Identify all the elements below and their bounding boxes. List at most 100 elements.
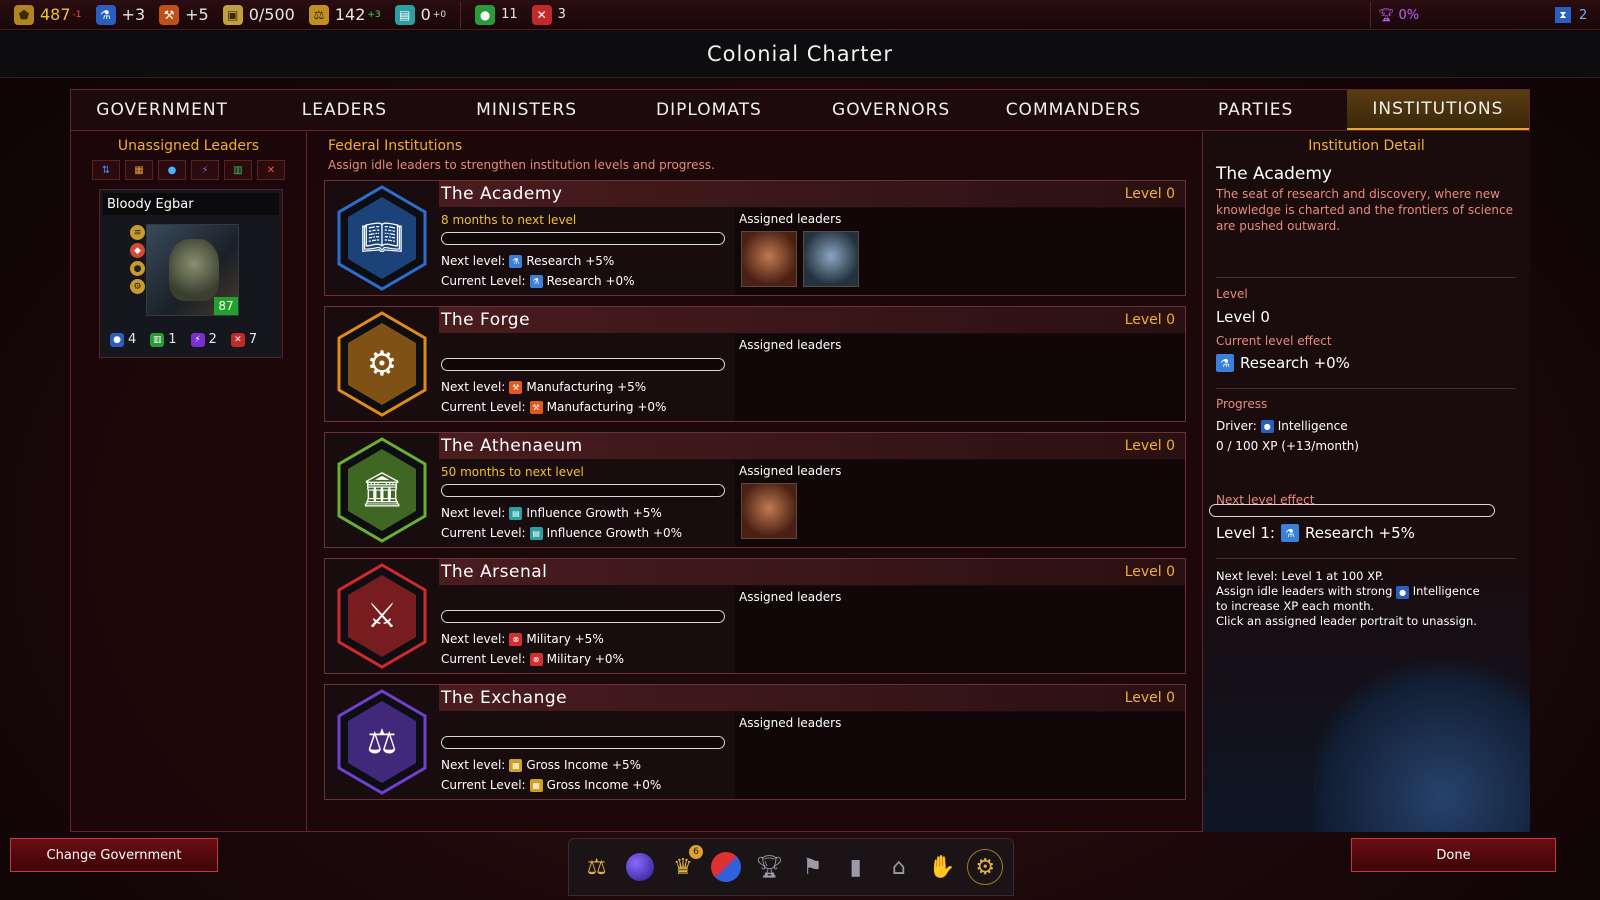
current-prefix: Current Level: [441, 274, 526, 288]
divider [1216, 558, 1516, 559]
victory-progress[interactable]: 🏆︎ 0% [1378, 0, 1419, 30]
influence-icon: ▤ [529, 526, 543, 540]
detail-title: The Academy [1216, 164, 1332, 184]
current-prefix: Current Level: [441, 778, 526, 792]
tab-ministers[interactable]: MINISTERS [436, 90, 618, 130]
resource-population[interactable]: ▤ 0 +0 [394, 4, 447, 25]
population-delta: +0 [432, 9, 447, 20]
resource-food[interactable]: ● 11 [475, 4, 518, 25]
building-icon: ▤ [394, 4, 415, 25]
flask-icon: ⚗ [509, 254, 523, 268]
assigned-leaders-box: Assigned leaders [735, 334, 1185, 421]
leader-portrait[interactable]: 87 [146, 224, 239, 316]
next-effect: Manufacturing +5% [526, 380, 647, 394]
income-icon: ▦ [529, 778, 543, 792]
trophy-dock-icon[interactable]: 🏆︎ [751, 849, 787, 885]
apple-icon: ● [475, 4, 496, 25]
temple-dock-icon[interactable]: ⌂ [881, 849, 917, 885]
scales-dock-icon[interactable]: ⚖ [579, 849, 615, 885]
institution-row[interactable]: ⚙ The Forge Level 0 Next level: ⚒ Manufa… [324, 306, 1186, 422]
institution-header: The Forge Level 0 [439, 307, 1185, 333]
planet-dock-icon[interactable] [622, 849, 658, 885]
institution-row[interactable]: 📖︎ The Academy Level 0 8 months to next … [324, 180, 1186, 296]
trend-chart-dock-icon[interactable] [708, 849, 744, 885]
divider [1216, 277, 1516, 278]
institution-level: Level 0 [1124, 690, 1175, 706]
leader-portrait-red-warrior[interactable] [741, 231, 797, 287]
detail-note-1: Next level: Level 1 at 100 XP. [1216, 569, 1384, 583]
note2-pre: Assign idle leaders with strong [1216, 584, 1393, 598]
leader-level-badge: 87 [214, 297, 238, 315]
detail-next-effect: Level 1: ⚗ Research +5% [1216, 524, 1415, 542]
handshake-dock-icon[interactable]: ✋ [924, 849, 960, 885]
tab-commanders[interactable]: COMMANDERS [982, 90, 1164, 130]
tab-institutions[interactable]: INSTITUTIONS [1346, 90, 1529, 130]
victory-value: 0% [1398, 7, 1420, 23]
flag-dock-icon[interactable]: ⚑ [795, 849, 831, 885]
change-government-button[interactable]: Change Government [10, 838, 218, 872]
credits-value: 487 [40, 5, 71, 24]
assigned-leaders-list [741, 483, 797, 539]
institution-name: The Arsenal [441, 562, 548, 582]
done-button[interactable]: Done [1351, 838, 1556, 872]
scales-icon: ⚖ [308, 4, 329, 25]
assigned-leaders-label: Assigned leaders [739, 338, 842, 352]
institution-row[interactable]: ⚖ The Exchange Level 0 Next level: ▦ Gro… [324, 684, 1186, 800]
svg-text:⚔: ⚔ [367, 596, 397, 636]
assigned-leaders-label: Assigned leaders [739, 464, 842, 478]
resource-manufacturing[interactable]: ⚒ +5 [159, 4, 209, 25]
stat-intelligence-value: 4 [128, 332, 137, 347]
military-icon: ✕ [230, 332, 245, 347]
next-effect: Gross Income +5% [526, 758, 642, 772]
filter-government-icon[interactable]: ▥ [224, 160, 252, 180]
tab-parties[interactable]: PARTIES [1165, 90, 1347, 130]
filter-military-icon[interactable]: ✕ [257, 160, 285, 180]
storage-value: 0/500 [248, 5, 295, 24]
filter-industry-icon[interactable]: ▦ [125, 160, 153, 180]
divider [1216, 388, 1516, 389]
resource-storage[interactable]: ▣ 0/500 [222, 4, 295, 25]
institution-row[interactable]: ⚔ The Arsenal Level 0 Next level: ⊗ Mili… [324, 558, 1186, 674]
leader-portrait-red-warrior[interactable] [741, 483, 797, 539]
crate-icon: ▣ [222, 4, 243, 25]
resource-credits[interactable]: ⬟ 487 -1 [14, 4, 82, 25]
filter-intelligence-icon[interactable]: ● [158, 160, 186, 180]
filter-psionic-icon[interactable]: ⚡ [191, 160, 219, 180]
institution-header: The Athenaeum Level 0 [439, 433, 1185, 459]
book-emblem-icon: 📖︎ [337, 185, 427, 291]
institution-row[interactable]: 🏛︎ The Athenaeum Level 0 50 months to ne… [324, 432, 1186, 548]
turn-counter[interactable]: ⧗ 2 [1555, 0, 1587, 30]
influence-delta: +3 [367, 9, 381, 20]
filter-diplomacy-icon[interactable]: ⇅ [92, 160, 120, 180]
pentagon-coin-icon: ⬟ [14, 4, 34, 25]
hammer-icon: ⚒ [529, 400, 543, 414]
next-prefix: Next level: [441, 254, 506, 268]
crown-dock-icon[interactable]: ♛ 6 [665, 845, 703, 885]
hammer-icon: ⚒ [159, 4, 180, 25]
crossed-swords-emblem-icon: ⚔ [337, 563, 427, 669]
detail-note-2: Assign idle leaders with strong ● Intell… [1216, 584, 1516, 599]
tab-diplomats[interactable]: DIPLOMATS [618, 90, 800, 130]
page-title: Colonial Charter [707, 42, 893, 66]
intelligence-icon: ● [110, 332, 124, 347]
institution-name: The Exchange [441, 688, 568, 708]
tab-government[interactable]: GOVERNMENT [71, 90, 253, 130]
next-prefix: Next level: [441, 506, 506, 520]
institution-header: The Exchange Level 0 [439, 685, 1185, 711]
crown-badge: 6 [688, 845, 703, 859]
pillar-dock-icon[interactable]: ▮ [838, 849, 874, 885]
leader-card[interactable]: Bloody Egbar ≡ ◆ ● ⚙ 87 ● 4 ▥ 1 ⚡ 2 ✕ 7 [99, 189, 283, 358]
food-value: 11 [501, 7, 518, 22]
institution-progress-bar [441, 484, 725, 497]
institution-detail-header: Institution Detail [1308, 138, 1425, 154]
government-dock-icon[interactable]: ⚙ [967, 849, 1004, 885]
turn-value: 2 [1579, 7, 1588, 23]
leader-portrait-blue-alien[interactable] [803, 231, 859, 287]
tab-governors[interactable]: GOVERNORS [800, 90, 982, 130]
tab-leaders[interactable]: LEADERS [253, 90, 435, 130]
resource-research[interactable]: ⚗ +3 [95, 4, 145, 25]
resource-unrest[interactable]: ✕ 3 [531, 4, 566, 25]
resource-influence[interactable]: ⚖ 142 +3 [308, 4, 381, 25]
institution-next-level: Next level: ▦ Gross Income +5% [441, 758, 641, 772]
institution-progress-bar [441, 736, 725, 749]
